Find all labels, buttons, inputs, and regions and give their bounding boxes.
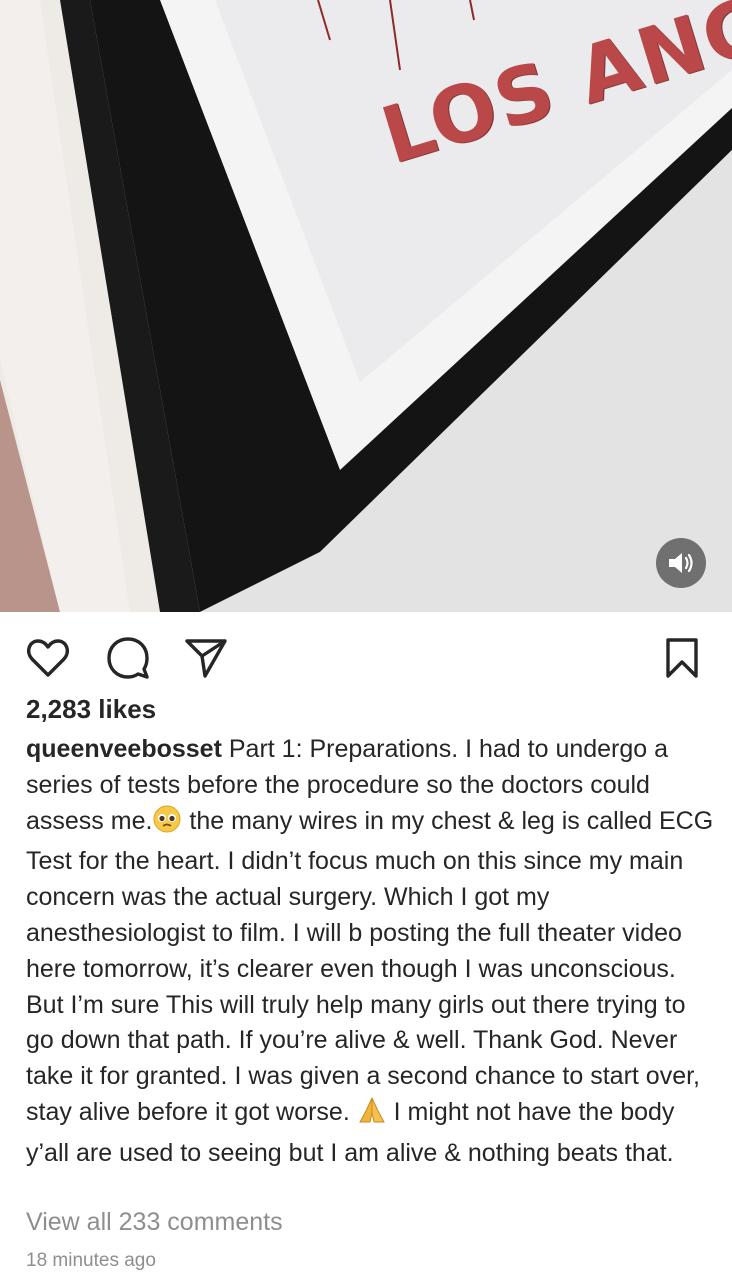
- heart-outline-icon: [27, 639, 69, 677]
- like-button[interactable]: [24, 634, 72, 682]
- caption-username[interactable]: queenveebosset: [26, 735, 222, 763]
- pleading-face-emoji: [152, 804, 182, 845]
- sound-toggle-button[interactable]: [656, 538, 706, 588]
- share-button[interactable]: [182, 634, 230, 682]
- folded-hands-emoji: [357, 1095, 387, 1136]
- post-action-bar: [0, 628, 732, 684]
- bookmark-outline-icon: [666, 638, 698, 678]
- paper-plane-icon: [185, 639, 227, 678]
- comment-button[interactable]: [104, 634, 152, 682]
- speaker-icon: [669, 553, 693, 573]
- save-button[interactable]: [658, 634, 706, 682]
- likes-count[interactable]: 2,283 likes: [26, 694, 156, 725]
- comment-bubble-icon: [107, 637, 149, 679]
- post-timestamp: 18 minutes ago: [26, 1250, 156, 1271]
- caption-text-part2: the many wires in my chest & leg is call…: [26, 806, 714, 1126]
- post-caption: queenveebosset Part 1: Preparations. I h…: [26, 732, 716, 1172]
- view-all-comments-link[interactable]: View all 233 comments: [26, 1208, 283, 1237]
- post-media-video[interactable]: LOS ANGEL: [0, 0, 732, 612]
